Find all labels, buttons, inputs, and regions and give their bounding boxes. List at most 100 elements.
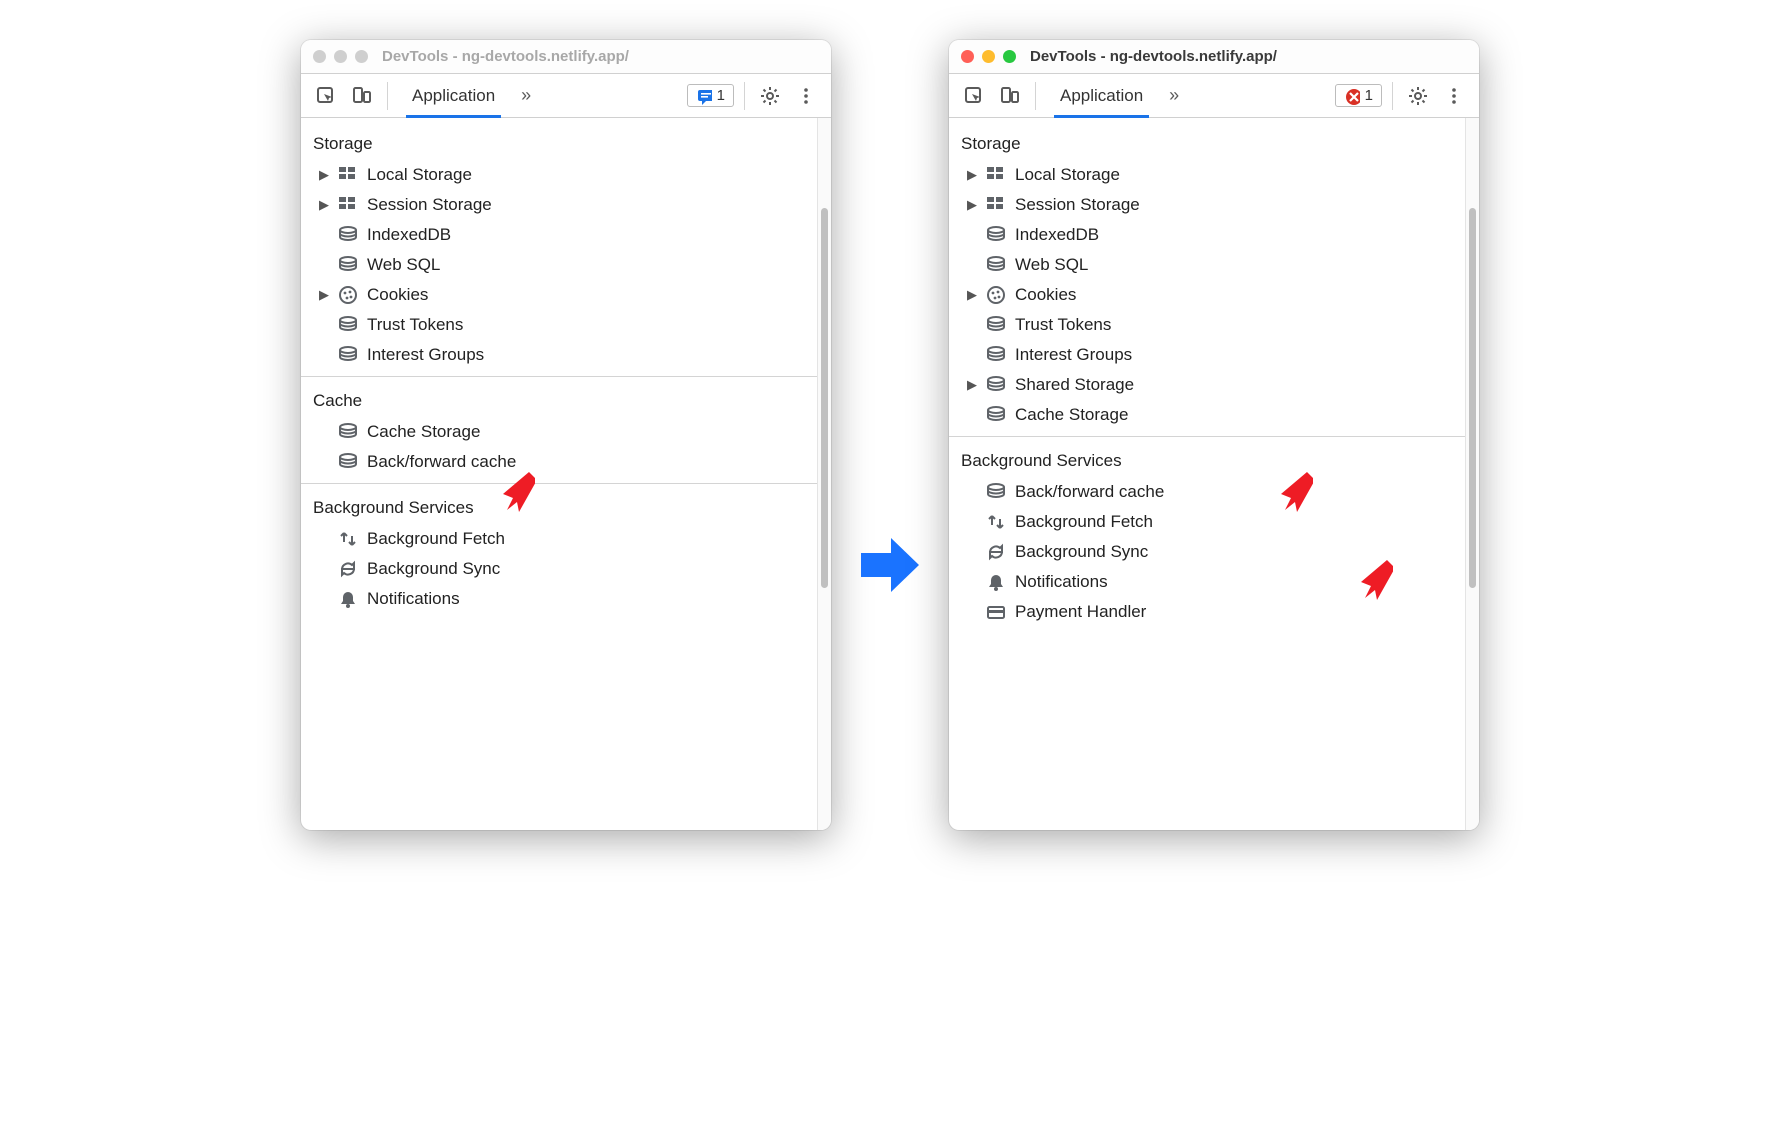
db-icon xyxy=(985,376,1007,394)
sidebar-item-web-sql[interactable]: ▶Web SQL xyxy=(301,250,817,280)
sidebar-item-label: Web SQL xyxy=(1015,255,1088,275)
sidebar-item-notifications[interactable]: ▶Notifications xyxy=(301,584,817,614)
scrollbar-thumb[interactable] xyxy=(1469,208,1476,588)
sidebar-item-session-storage[interactable]: ▶Session Storage xyxy=(301,190,817,220)
issues-badge[interactable]: 1 xyxy=(687,84,734,107)
scrollbar[interactable] xyxy=(817,118,831,830)
gear-icon[interactable] xyxy=(1403,81,1433,111)
sidebar-item-cache-storage[interactable]: ▶Cache Storage xyxy=(949,400,1465,430)
expand-arrow-icon[interactable]: ▶ xyxy=(967,377,977,393)
sidebar-item-background-sync[interactable]: ▶Background Sync xyxy=(301,554,817,584)
sidebar-item-background-fetch[interactable]: ▶Background Fetch xyxy=(949,507,1465,537)
grid-icon xyxy=(337,196,359,214)
db-icon xyxy=(985,483,1007,501)
section-header[interactable]: Background Services xyxy=(949,443,1465,477)
inspect-icon[interactable] xyxy=(959,81,989,111)
sidebar-item-label: Cache Storage xyxy=(367,422,480,442)
separator xyxy=(1035,82,1036,110)
sidebar-item-label: Shared Storage xyxy=(1015,375,1134,395)
sidebar-item-cookies[interactable]: ▶ Cookies xyxy=(949,280,1465,310)
toolbar: Application » 1 xyxy=(949,74,1479,118)
sidebar-item-local-storage[interactable]: ▶Local Storage xyxy=(949,160,1465,190)
device-toggle-icon[interactable] xyxy=(995,81,1025,111)
inspect-icon[interactable] xyxy=(311,81,341,111)
sidebar-item-label: Cache Storage xyxy=(1015,405,1128,425)
tab-application[interactable]: Application xyxy=(398,74,509,118)
expand-arrow-icon[interactable]: ▶ xyxy=(967,287,977,303)
sidebar-item-back-forward-cache[interactable]: ▶Back/forward cache xyxy=(949,477,1465,507)
sidebar-item-label: Cookies xyxy=(1015,285,1076,305)
fetch-icon xyxy=(337,530,359,548)
grid-icon xyxy=(985,166,1007,184)
db-icon xyxy=(337,256,359,274)
sidebar-item-shared-storage[interactable]: ▶ Shared Storage xyxy=(949,370,1465,400)
grid-icon xyxy=(337,166,359,184)
db-icon xyxy=(985,316,1007,334)
sidebar-item-back-forward-cache[interactable]: ▶Back/forward cache xyxy=(301,447,817,477)
tab-label: Application xyxy=(412,86,495,106)
window-title: DevTools - ng-devtools.netlify.app/ xyxy=(382,48,629,65)
zoom-icon[interactable] xyxy=(1003,50,1016,63)
tab-application[interactable]: Application xyxy=(1046,74,1157,118)
sidebar-item-cookies[interactable]: ▶Cookies xyxy=(301,280,817,310)
section-header[interactable]: Storage xyxy=(301,126,817,160)
sidebar-item-web-sql[interactable]: ▶Web SQL xyxy=(949,250,1465,280)
sync-icon xyxy=(985,543,1007,561)
expand-arrow-icon[interactable]: ▶ xyxy=(319,287,329,303)
sidebar-item-payment-handler[interactable]: ▶Payment Handler xyxy=(949,597,1465,627)
section-divider xyxy=(301,483,817,484)
sidebar-item-session-storage[interactable]: ▶ Session Storage xyxy=(949,190,1465,220)
minimize-icon[interactable] xyxy=(982,50,995,63)
db-icon xyxy=(985,406,1007,424)
application-sidebar: Storage▶Local Storage▶Session Storage▶In… xyxy=(949,118,1465,830)
sidebar-item-label: Trust Tokens xyxy=(367,315,463,335)
expand-arrow-icon[interactable]: ▶ xyxy=(967,197,977,213)
bell-icon xyxy=(337,590,359,608)
sidebar-item-background-fetch[interactable]: ▶Background Fetch xyxy=(301,524,817,554)
close-icon[interactable] xyxy=(961,50,974,63)
device-toggle-icon[interactable] xyxy=(347,81,377,111)
db-icon xyxy=(337,453,359,471)
section-header[interactable]: Storage xyxy=(949,126,1465,160)
sidebar-item-interest-groups[interactable]: ▶Interest Groups xyxy=(301,340,817,370)
db-icon xyxy=(337,226,359,244)
sidebar-item-label: Back/forward cache xyxy=(367,452,516,472)
sidebar-item-trust-tokens[interactable]: ▶Trust Tokens xyxy=(301,310,817,340)
sidebar-item-background-sync[interactable]: ▶Background Sync xyxy=(949,537,1465,567)
card-icon xyxy=(985,603,1007,621)
titlebar[interactable]: DevTools - ng-devtools.netlify.app/ xyxy=(301,40,831,74)
section-header[interactable]: Cache xyxy=(301,383,817,417)
sidebar-item-label: Payment Handler xyxy=(1015,602,1146,622)
more-icon[interactable] xyxy=(791,81,821,111)
sidebar-item-interest-groups[interactable]: ▶Interest Groups xyxy=(949,340,1465,370)
titlebar[interactable]: DevTools - ng-devtools.netlify.app/ xyxy=(949,40,1479,74)
scrollbar-thumb[interactable] xyxy=(821,208,828,588)
more-icon[interactable] xyxy=(1439,81,1469,111)
sidebar-item-notifications[interactable]: ▶Notifications xyxy=(949,567,1465,597)
traffic-lights xyxy=(313,50,368,63)
minimize-icon[interactable] xyxy=(334,50,347,63)
sidebar-item-label: Background Sync xyxy=(367,559,500,579)
toolbar: Application » 1 xyxy=(301,74,831,118)
sidebar-item-label: Interest Groups xyxy=(367,345,484,365)
more-tabs-icon[interactable]: » xyxy=(515,85,537,106)
expand-arrow-icon[interactable]: ▶ xyxy=(319,197,329,213)
expand-arrow-icon[interactable]: ▶ xyxy=(319,167,329,183)
zoom-icon[interactable] xyxy=(355,50,368,63)
sidebar-item-local-storage[interactable]: ▶Local Storage xyxy=(301,160,817,190)
issues-badge[interactable]: 1 xyxy=(1335,84,1382,107)
sidebar-item-indexeddb[interactable]: ▶IndexedDB xyxy=(301,220,817,250)
sidebar-item-label: Session Storage xyxy=(1015,195,1140,215)
sidebar-item-cache-storage[interactable]: ▶Cache Storage xyxy=(301,417,817,447)
traffic-lights xyxy=(961,50,1016,63)
expand-arrow-icon[interactable]: ▶ xyxy=(967,167,977,183)
badge-count: 1 xyxy=(1365,87,1373,104)
sidebar-item-indexeddb[interactable]: ▶IndexedDB xyxy=(949,220,1465,250)
section-header[interactable]: Background Services xyxy=(301,490,817,524)
sidebar-item-trust-tokens[interactable]: ▶Trust Tokens xyxy=(949,310,1465,340)
sidebar-item-label: Trust Tokens xyxy=(1015,315,1111,335)
gear-icon[interactable] xyxy=(755,81,785,111)
close-icon[interactable] xyxy=(313,50,326,63)
more-tabs-icon[interactable]: » xyxy=(1163,85,1185,106)
scrollbar[interactable] xyxy=(1465,118,1479,830)
